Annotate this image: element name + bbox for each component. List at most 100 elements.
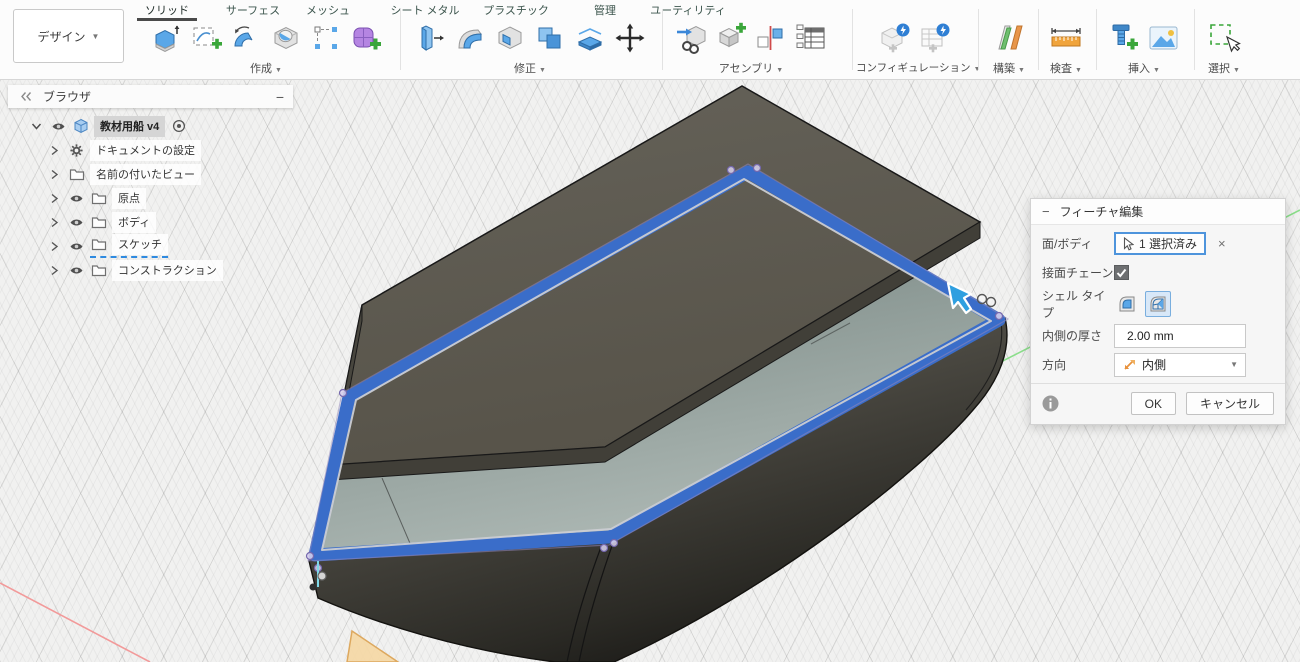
configuration-table-icon[interactable] <box>916 18 954 58</box>
direction-select[interactable]: 内側 ▼ <box>1114 353 1246 377</box>
toolbar-separator <box>1096 9 1097 70</box>
tree-item-construction[interactable]: コンストラクション <box>8 258 293 282</box>
construction-plane-icon[interactable] <box>990 18 1028 58</box>
3d-viewport[interactable]: ブラウザ − 教材用船 v4 ドキュメントの設定 <box>0 80 1300 662</box>
direction-row: 方向 内側 ▼ <box>1031 350 1285 379</box>
insert-image-icon[interactable] <box>1145 18 1183 58</box>
hole-icon[interactable] <box>267 18 305 58</box>
eye-icon[interactable] <box>68 191 85 206</box>
sketch-dimension-icon[interactable] <box>307 18 345 58</box>
create-sketch-icon[interactable] <box>187 18 225 58</box>
eye-icon[interactable] <box>68 215 85 230</box>
workspace-label: デザイン <box>38 28 86 45</box>
tree-item-root[interactable]: 教材用船 v4 <box>8 114 293 138</box>
tangent-chain-row: 接面チェーン <box>1031 258 1285 287</box>
faces-row: 面/ボディ 1 選択済み × <box>1031 229 1285 258</box>
tree-item-bodies[interactable]: ボディ <box>8 210 293 234</box>
tree-item-label[interactable]: 名前の付いたビュー <box>90 164 201 185</box>
bom-table-icon[interactable] <box>792 18 830 58</box>
create-group-label[interactable]: 作成▼ <box>138 60 394 76</box>
tree-item-origin[interactable]: 原点 <box>8 186 293 210</box>
insert-design-icon[interactable] <box>672 18 710 58</box>
toolbar-separator <box>852 9 853 70</box>
shell-icon[interactable] <box>491 18 529 58</box>
cancel-button[interactable]: キャンセル <box>1186 392 1274 415</box>
clear-selection-icon[interactable]: × <box>1218 236 1226 251</box>
x-axis-line <box>0 583 150 662</box>
folder-icon <box>90 237 107 252</box>
fillet-icon[interactable] <box>451 18 489 58</box>
browser-title: ブラウザ <box>43 88 267 105</box>
eye-icon[interactable] <box>68 239 85 254</box>
press-pull-icon[interactable] <box>411 18 449 58</box>
eye-icon[interactable] <box>50 119 67 134</box>
dialog-header[interactable]: − フィーチャ編集 <box>1031 199 1285 225</box>
tree-item-sketches[interactable]: スケッチ <box>8 234 293 258</box>
joint-icon[interactable] <box>752 18 790 58</box>
sketch-highlight: スケッチ <box>90 234 168 258</box>
insert-group-label[interactable]: 挿入▼ <box>1100 60 1188 76</box>
browser-tree: 教材用船 v4 ドキュメントの設定 名前の付いたビュー <box>8 108 293 282</box>
tree-item-label[interactable]: ボディ <box>112 212 156 233</box>
tree-item-label[interactable]: スケッチ <box>112 234 168 255</box>
tree-item-label[interactable]: 原点 <box>112 188 146 209</box>
modify-group-label[interactable]: 修正▼ <box>404 60 656 76</box>
shell-inside-icon[interactable] <box>1145 291 1171 317</box>
new-component-icon[interactable] <box>712 18 750 58</box>
tree-item-label[interactable]: コンストラクション <box>112 260 223 281</box>
create-form-icon[interactable] <box>347 18 385 58</box>
toolbar-group-select: 選択▼ <box>1198 17 1250 76</box>
collapse-dialog-icon[interactable]: − <box>1042 204 1050 219</box>
tree-item-label[interactable]: ドキュメントの設定 <box>90 140 201 161</box>
toolbar-separator <box>978 9 979 70</box>
chevron-right-icon[interactable] <box>46 143 63 158</box>
combine-icon[interactable] <box>531 18 569 58</box>
chevron-right-icon[interactable] <box>46 263 63 278</box>
toolbar-group-inspect: 検査▼ <box>1042 17 1090 76</box>
tree-item-document-settings[interactable]: ドキュメントの設定 <box>8 138 293 162</box>
feature-edit-dialog: − フィーチャ編集 面/ボディ 1 選択済み × 接面チェーン シェル タイプ <box>1030 198 1286 425</box>
measure-icon[interactable] <box>1047 18 1085 58</box>
bow-point-marker <box>318 572 326 580</box>
activate-radio-icon[interactable] <box>170 119 187 134</box>
bow-point-marker <box>310 584 317 591</box>
extrude-icon[interactable] <box>147 18 185 58</box>
gear-icon <box>68 143 85 158</box>
construct-group-label[interactable]: 構築▼ <box>984 60 1034 76</box>
eye-icon[interactable] <box>68 263 85 278</box>
collapse-panel-icon[interactable] <box>17 89 34 104</box>
origin-plane[interactable] <box>347 631 398 662</box>
chevron-down-icon: ▼ <box>1018 67 1025 74</box>
inspect-group-label[interactable]: 検査▼ <box>1042 60 1090 76</box>
shell-outside-icon[interactable] <box>1114 291 1140 317</box>
chevron-down-icon[interactable] <box>28 119 45 134</box>
offset-face-icon[interactable] <box>571 18 609 58</box>
revolve-icon[interactable] <box>227 18 265 58</box>
chevron-right-icon[interactable] <box>46 239 63 254</box>
configuration-group-label[interactable]: コンフィギュレーション▼ <box>856 60 974 75</box>
dialog-footer: OK キャンセル <box>1031 383 1285 424</box>
insert-fastener-icon[interactable] <box>1105 18 1143 58</box>
tree-item-named-views[interactable]: 名前の付いたビュー <box>8 162 293 186</box>
browser-panel: ブラウザ − 教材用船 v4 ドキュメントの設定 <box>8 85 293 282</box>
ok-button[interactable]: OK <box>1131 392 1176 415</box>
shell-type-label: シェル タイプ <box>1042 287 1114 321</box>
configure-design-icon[interactable] <box>876 18 914 58</box>
move-copy-icon[interactable] <box>611 18 649 58</box>
dialog-title: フィーチャ編集 <box>1060 203 1144 220</box>
workspace-selector[interactable]: デザイン ▼ <box>13 9 124 63</box>
select-group-label[interactable]: 選択▼ <box>1198 60 1250 76</box>
chevron-right-icon[interactable] <box>46 167 63 182</box>
tangent-chain-checkbox[interactable] <box>1114 265 1129 280</box>
select-icon[interactable] <box>1205 18 1243 58</box>
chevron-right-icon[interactable] <box>46 191 63 206</box>
tree-item-label[interactable]: 教材用船 v4 <box>94 116 165 137</box>
info-icon[interactable] <box>1042 395 1059 412</box>
chevron-right-icon[interactable] <box>46 215 63 230</box>
minimize-icon[interactable]: − <box>276 92 284 102</box>
thickness-input[interactable]: 2.00 mm <box>1114 324 1246 348</box>
assembly-group-label[interactable]: アセンブリ▼ <box>666 60 836 76</box>
face-selection-button[interactable]: 1 選択済み <box>1114 232 1206 255</box>
toolbar-group-modify: 修正▼ <box>404 17 656 76</box>
chevron-down-icon: ▼ <box>539 67 546 74</box>
